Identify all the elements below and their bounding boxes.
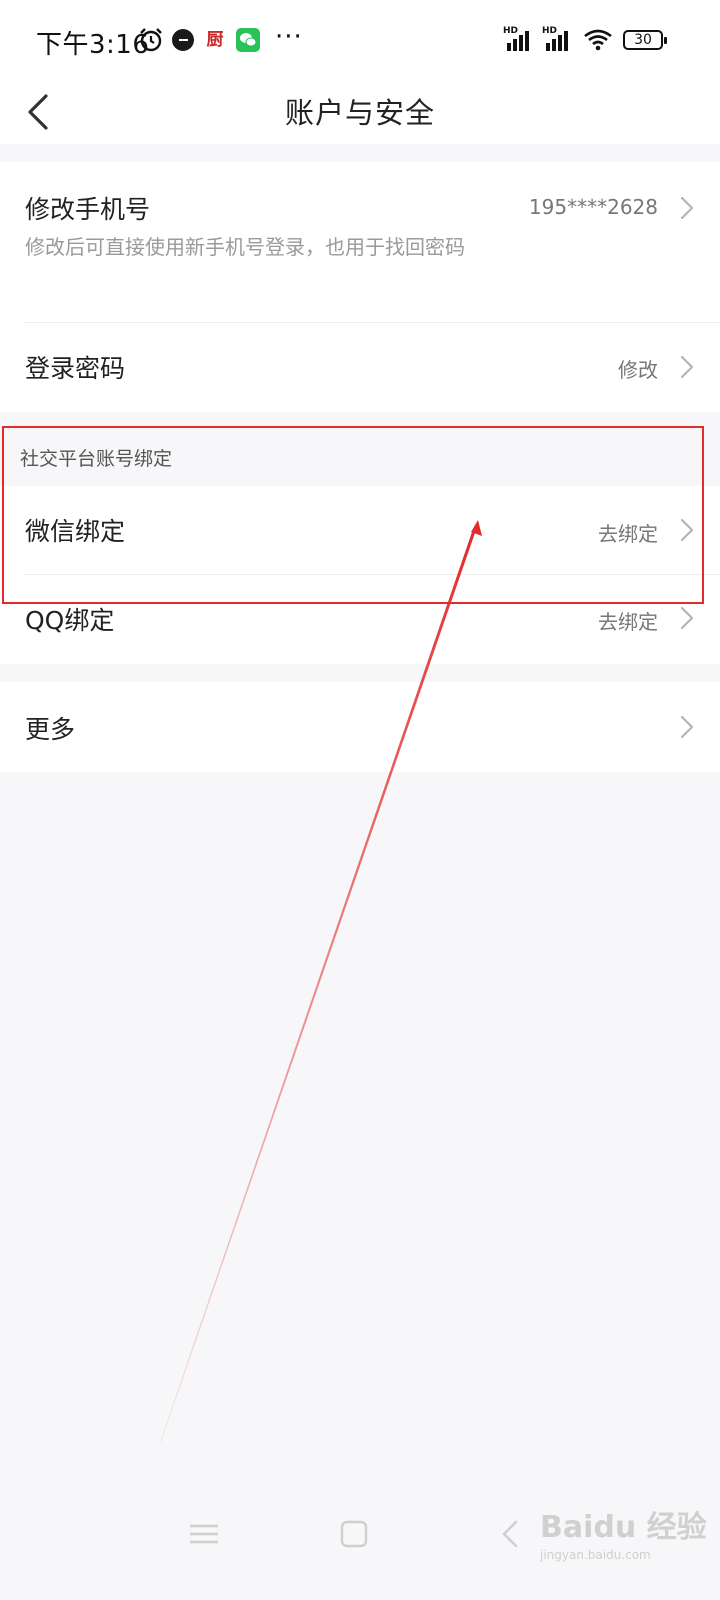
chevron-right-icon <box>680 715 694 739</box>
wechat-notification-icon <box>236 28 260 52</box>
wechat-bind-value: 去绑定 <box>598 522 658 546</box>
qq-bind-row[interactable]: QQ绑定 去绑定 <box>0 575 720 664</box>
login-password-title: 登录密码 <box>25 354 126 383</box>
social-section: 微信绑定 去绑定 QQ绑定 去绑定 <box>0 486 720 664</box>
change-phone-description: 修改后可直接使用新手机号登录，也用于找回密码 <box>25 235 465 259</box>
watermark-url: jingyan.baidu.com <box>540 1548 651 1562</box>
status-time: 下午3:16 <box>36 30 150 60</box>
chevron-right-icon <box>680 355 694 379</box>
chevron-right-icon <box>680 606 694 630</box>
account-section: 修改手机号 195****2628 修改后可直接使用新手机号登录，也用于找回密码… <box>0 162 720 412</box>
nav-header: 账户与安全 <box>0 80 720 144</box>
signal-icon <box>507 31 529 51</box>
wechat-bind-row[interactable]: 微信绑定 去绑定 <box>0 486 720 574</box>
battery-icon: 30 <box>623 30 667 50</box>
change-phone-row[interactable]: 修改手机号 195****2628 修改后可直接使用新手机号登录，也用于找回密码 <box>0 162 720 322</box>
wifi-icon <box>584 29 612 51</box>
home-nav-icon[interactable] <box>334 1514 374 1554</box>
more-section: 更多 <box>0 682 720 772</box>
login-password-row[interactable]: 登录密码 修改 <box>0 323 720 412</box>
chevron-right-icon <box>680 518 694 542</box>
login-password-value: 修改 <box>618 358 658 382</box>
more-notifications-icon: ··· <box>275 22 303 52</box>
watermark-logo: Baidu 经验 <box>540 1510 707 1545</box>
signal-icon <box>546 31 568 51</box>
kitchen-app-icon: 厨 <box>206 30 224 50</box>
qq-bind-title: QQ绑定 <box>25 606 115 635</box>
more-row[interactable]: 更多 <box>0 682 720 772</box>
alarm-icon <box>140 28 162 52</box>
more-title: 更多 <box>25 715 76 744</box>
app-notification-icon <box>172 29 194 51</box>
phone-number-value: 195****2628 <box>528 195 658 219</box>
status-bar: 下午3:16 厨 ··· HD HD 30 <box>0 0 720 80</box>
menu-nav-icon[interactable] <box>184 1514 224 1554</box>
page-title: 账户与安全 <box>284 96 435 130</box>
wechat-bind-title: 微信绑定 <box>25 517 126 546</box>
back-nav-icon[interactable] <box>492 1514 532 1554</box>
chevron-right-icon <box>680 196 694 220</box>
change-phone-title: 修改手机号 <box>25 195 151 224</box>
qq-bind-value: 去绑定 <box>598 610 658 634</box>
social-section-label: 社交平台账号绑定 <box>20 448 173 470</box>
